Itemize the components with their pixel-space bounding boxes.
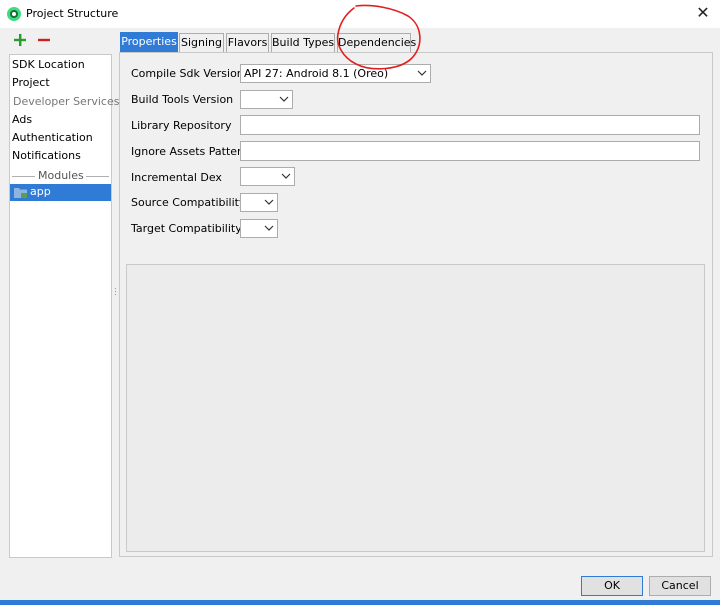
separator-line <box>12 176 35 177</box>
splitter-handle[interactable] <box>114 286 117 300</box>
incremental-dex-dropdown[interactable] <box>240 167 295 186</box>
source-compat-dropdown[interactable] <box>240 193 278 212</box>
chevron-down-icon <box>264 225 274 231</box>
ignore-assets-field[interactable] <box>240 141 700 161</box>
sidebar-item-project[interactable]: Project <box>11 74 111 92</box>
window-border <box>0 600 720 605</box>
library-repository-field[interactable] <box>240 115 700 135</box>
modules-header: Modules <box>38 169 84 182</box>
sidebar-item-ads[interactable]: Ads <box>11 111 111 129</box>
add-icon[interactable] <box>13 33 27 47</box>
ignore-assets-label: Ignore Assets Pattern <box>131 145 249 158</box>
sidebar-item-sdk-location[interactable]: SDK Location <box>11 56 111 74</box>
tab-build-types[interactable]: Build Types <box>271 33 335 52</box>
incremental-dex-label: Incremental Dex <box>131 171 222 184</box>
build-tools-label: Build Tools Version <box>131 93 234 106</box>
close-icon: ✕ <box>696 3 710 22</box>
tab-properties[interactable]: Properties <box>120 32 178 52</box>
compile-sdk-label: Compile Sdk Version <box>131 67 244 80</box>
sidebar-header-developer-services: Developer Services <box>13 95 120 108</box>
modules-separator: Modules <box>10 168 111 184</box>
tab-flavors[interactable]: Flavors <box>226 33 269 52</box>
close-button[interactable]: ✕ <box>692 2 714 24</box>
title-bar: Project Structure ✕ <box>0 0 720 28</box>
compile-sdk-dropdown[interactable]: API 27: Android 8.1 (Oreo) <box>240 64 431 83</box>
compile-sdk-value: API 27: Android 8.1 (Oreo) <box>244 67 389 80</box>
sidebar-item-label: app <box>30 185 51 198</box>
chevron-down-icon <box>264 199 274 205</box>
cancel-button[interactable]: Cancel <box>649 576 711 596</box>
sidebar-item-authentication[interactable]: Authentication <box>11 129 111 147</box>
window-title: Project Structure <box>26 7 119 20</box>
android-studio-icon <box>7 7 21 21</box>
build-tools-dropdown[interactable] <box>240 90 293 109</box>
source-compat-label: Source Compatibility <box>131 196 246 209</box>
tab-dependencies[interactable]: Dependencies <box>337 33 416 52</box>
chevron-down-icon <box>417 70 427 76</box>
library-repository-label: Library Repository <box>131 119 232 132</box>
chevron-down-icon <box>279 96 289 102</box>
target-compat-dropdown[interactable] <box>240 219 278 238</box>
ok-button[interactable]: OK <box>581 576 643 596</box>
separator-line <box>86 176 109 177</box>
details-area <box>126 264 705 552</box>
chevron-down-icon <box>281 173 291 179</box>
sidebar-item-notifications[interactable]: Notifications <box>11 147 111 165</box>
sidebar-item-app[interactable]: app <box>10 184 111 201</box>
remove-icon[interactable] <box>37 33 51 47</box>
module-folder-icon <box>14 188 27 198</box>
sidebar: SDK Location Project Developer Services … <box>9 54 120 558</box>
target-compat-label: Target Compatibility <box>131 222 242 235</box>
tab-signing[interactable]: Signing <box>179 33 224 52</box>
